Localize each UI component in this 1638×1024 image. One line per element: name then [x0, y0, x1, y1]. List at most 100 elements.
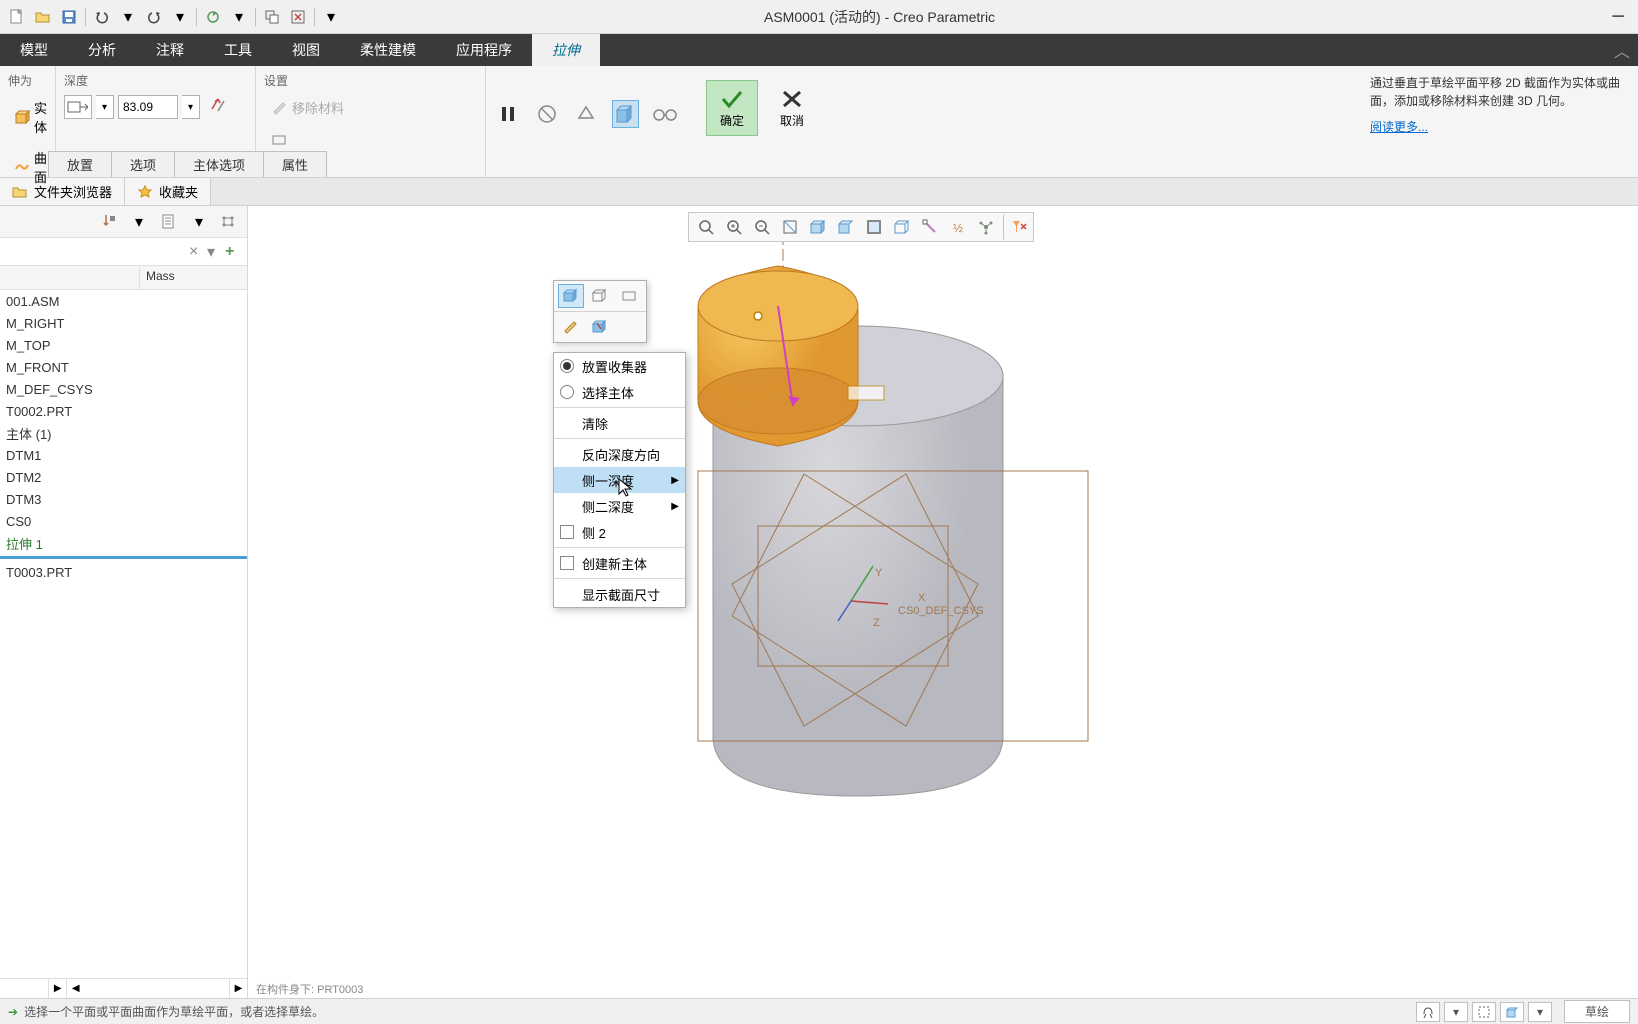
mt-remove-icon[interactable] [587, 315, 613, 339]
minimize-button[interactable]: ─ [1598, 0, 1638, 34]
ok-button[interactable]: 确定 [706, 80, 758, 136]
cm-side2-depth[interactable]: 侧二深度▶ [554, 493, 685, 519]
cm-placement-collector[interactable]: 放置收集器 [554, 353, 685, 379]
depth-type-icon[interactable] [64, 95, 92, 119]
mt-solid-icon[interactable] [558, 284, 584, 308]
regen-icon[interactable] [202, 6, 224, 28]
close-win-icon[interactable] [287, 6, 309, 28]
tree-show-icon[interactable] [217, 210, 241, 234]
add-icon[interactable]: + [225, 243, 243, 261]
help-link[interactable]: 阅读更多... [1370, 118, 1428, 136]
depth-input[interactable] [118, 95, 178, 119]
tree-item[interactable]: M_FRONT [0, 356, 247, 378]
tree-item[interactable]: 主体 (1) [0, 422, 247, 444]
annotation-display-icon[interactable]: ½ [945, 214, 971, 240]
tree-item[interactable]: M_DEF_CSYS [0, 378, 247, 400]
cm-show-dims[interactable]: 显示截面尺寸 [554, 581, 685, 607]
tree-item[interactable]: 001.ASM [0, 290, 247, 312]
scroll-right2-icon[interactable]: ▶ [229, 979, 247, 998]
thicken-icon[interactable] [264, 128, 294, 152]
undo-drop-icon[interactable]: ▾ [117, 6, 139, 28]
tree-item[interactable]: M_RIGHT [0, 312, 247, 334]
regen-drop-icon[interactable]: ▾ [228, 6, 250, 28]
tree-item[interactable]: DTM1 [0, 444, 247, 466]
tree-settings-drop[interactable]: ▾ [187, 210, 211, 234]
search-drop-icon[interactable]: ▾ [207, 242, 225, 262]
tree-item[interactable]: DTM3 [0, 488, 247, 510]
tree-item[interactable]: T0003.PRT [0, 561, 247, 583]
repaint-icon[interactable] [777, 214, 803, 240]
geom-filter-drop[interactable]: ▾ [1528, 1002, 1552, 1022]
save-icon[interactable] [58, 6, 80, 28]
clear-search-icon[interactable]: × [189, 243, 207, 261]
spin-center-icon[interactable] [973, 214, 999, 240]
undo-icon[interactable] [91, 6, 113, 28]
cm-select-body[interactable]: 选择主体 [554, 379, 685, 405]
tree-search-input[interactable] [4, 245, 189, 259]
windows-icon[interactable] [261, 6, 283, 28]
tree-item[interactable]: T0002.PRT [0, 400, 247, 422]
datum-display-icon[interactable] [917, 214, 943, 240]
menu-flexible[interactable]: 柔性建模 [340, 34, 436, 66]
redo-drop-icon[interactable]: ▾ [169, 6, 191, 28]
scroll-left-icon[interactable]: ◀ [66, 979, 84, 998]
zoom-in-icon[interactable] [721, 214, 747, 240]
menu-model[interactable]: 模型 [0, 34, 68, 66]
favorites-tab[interactable]: 收藏夹 [125, 178, 211, 205]
mt-sketch-icon[interactable] [558, 315, 584, 339]
glasses-icon[interactable] [651, 100, 678, 128]
flip-depth-icon[interactable] [208, 95, 230, 117]
tree-tools-icon[interactable] [97, 210, 121, 234]
menu-view[interactable]: 视图 [272, 34, 340, 66]
tab-body-options[interactable]: 主体选项 [174, 151, 264, 177]
cancel-button[interactable]: 取消 [766, 80, 818, 136]
geom-filter-icon[interactable] [1500, 1002, 1524, 1022]
cm-side2[interactable]: 侧 2 [554, 519, 685, 545]
refit-icon[interactable] [693, 214, 719, 240]
display-style-icon[interactable] [805, 214, 831, 240]
saved-views-icon[interactable] [833, 214, 859, 240]
mt-thicken-icon[interactable] [616, 284, 642, 308]
collapse-ribbon-icon[interactable]: ︿ [1606, 34, 1638, 66]
menu-apps[interactable]: 应用程序 [436, 34, 532, 66]
no-preview-icon[interactable] [533, 100, 560, 128]
preview-icon[interactable] [612, 100, 639, 128]
menu-annotate[interactable]: 注释 [136, 34, 204, 66]
menu-extrude[interactable]: 拉伸 [532, 34, 600, 66]
pause-icon[interactable] [494, 100, 521, 128]
depth-type-drop[interactable]: ▾ [96, 95, 114, 119]
cm-new-body[interactable]: 创建新主体 [554, 550, 685, 576]
select-mode-icon[interactable] [1472, 1002, 1496, 1022]
depth-value-drop[interactable]: ▾ [182, 95, 200, 119]
tree-item[interactable]: M_TOP [0, 334, 247, 356]
view-manager-icon[interactable] [861, 214, 887, 240]
cm-flip-depth[interactable]: 反向深度方向 [554, 441, 685, 467]
tree-item[interactable]: CS0 [0, 510, 247, 532]
cm-side1-depth[interactable]: 侧一深度▶ [554, 467, 685, 493]
sketch-filter-button[interactable]: 草绘 [1564, 1000, 1630, 1023]
tree-settings-icon[interactable] [157, 210, 181, 234]
tree-item[interactable]: 拉伸 1 [0, 532, 247, 554]
selection-filter-icon[interactable] [1003, 214, 1029, 240]
tab-options[interactable]: 选项 [111, 151, 175, 177]
menu-analysis[interactable]: 分析 [68, 34, 136, 66]
tab-properties[interactable]: 属性 [263, 151, 327, 177]
mt-surface-icon[interactable] [587, 284, 613, 308]
find-drop-icon[interactable]: ▾ [1444, 1002, 1468, 1022]
find-icon[interactable] [1416, 1002, 1440, 1022]
open-icon[interactable] [32, 6, 54, 28]
tree-item[interactable]: DTM2 [0, 466, 247, 488]
feature-preview-icon[interactable] [572, 100, 599, 128]
graphics-canvas[interactable]: ½ [248, 206, 1638, 998]
customize-icon[interactable]: ▾ [320, 6, 342, 28]
zoom-out-icon[interactable] [749, 214, 775, 240]
viewport-3d[interactable]: Y X Z CS0_DEF_CSYS [248, 206, 1638, 998]
perspective-icon[interactable] [889, 214, 915, 240]
new-icon[interactable] [6, 6, 28, 28]
tree-tools-drop[interactable]: ▾ [127, 210, 151, 234]
scroll-right-icon[interactable]: ▶ [48, 979, 66, 998]
menu-tools[interactable]: 工具 [204, 34, 272, 66]
cm-clear[interactable]: 清除 [554, 410, 685, 436]
redo-icon[interactable] [143, 6, 165, 28]
tab-placement[interactable]: 放置 [48, 151, 112, 177]
